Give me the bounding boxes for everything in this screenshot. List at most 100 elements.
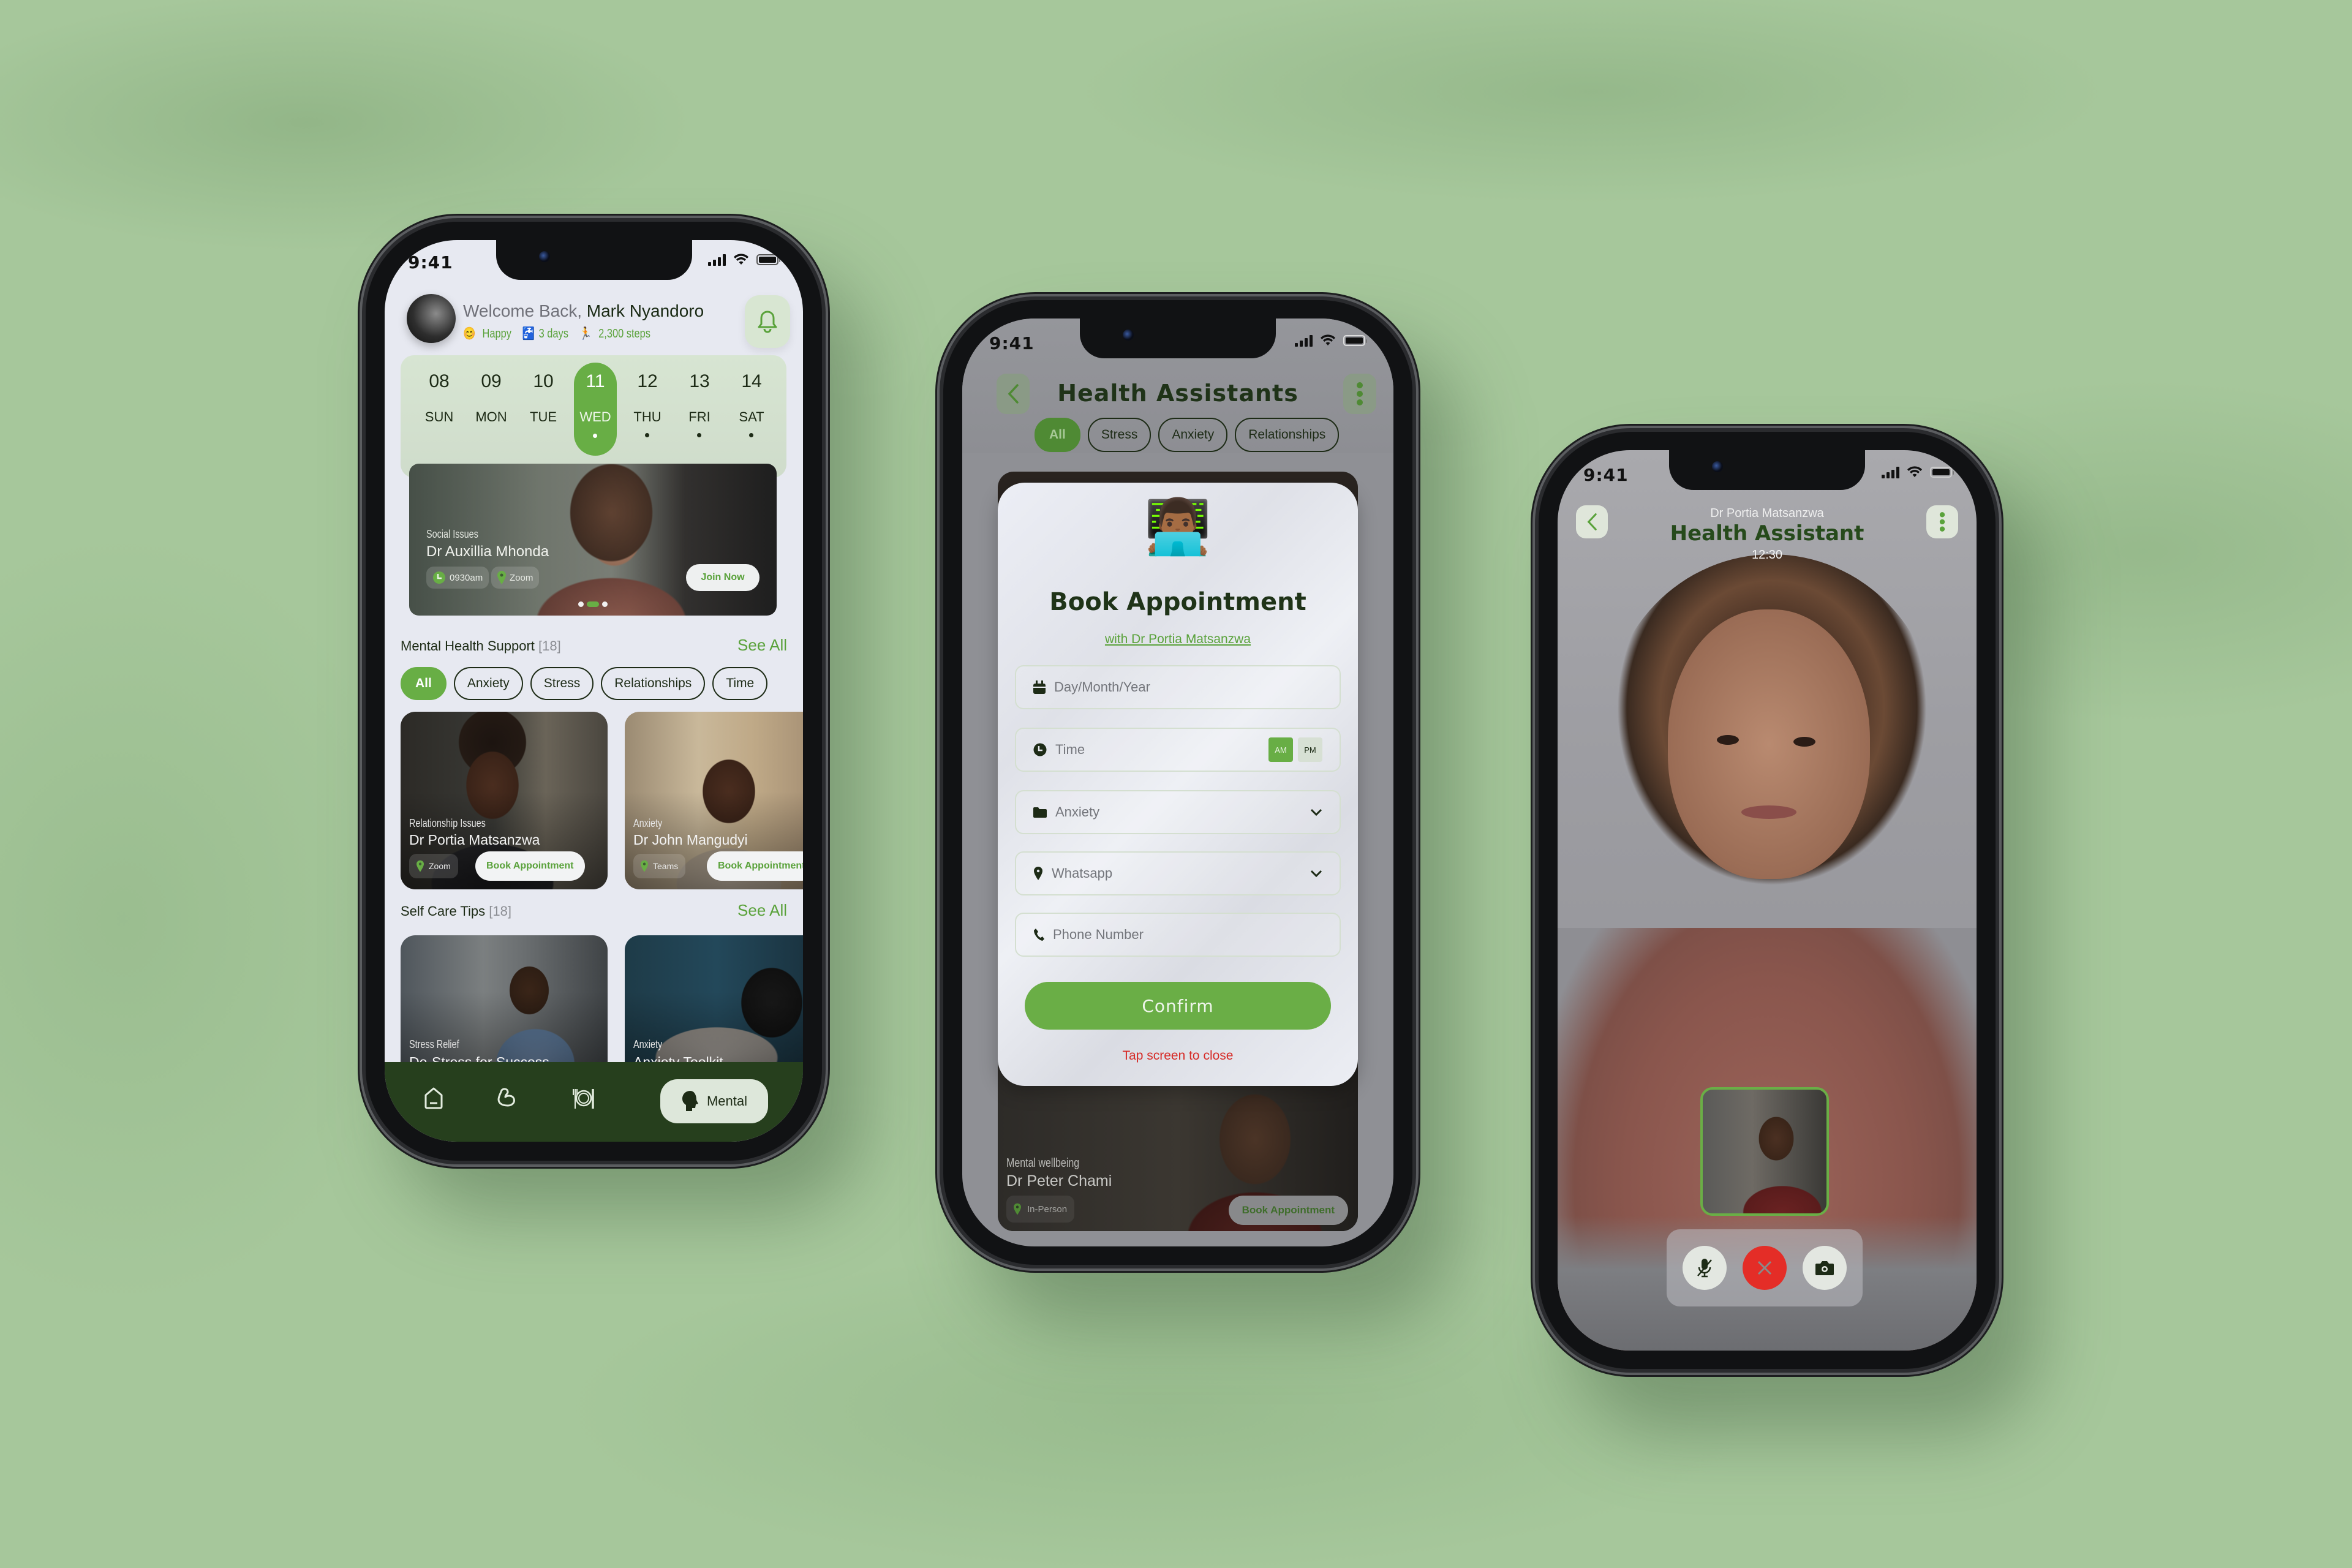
filter-anxiety[interactable]: Anxiety — [1158, 418, 1228, 452]
self-care-see-all[interactable]: See All — [737, 901, 787, 920]
category-filters: All Stress Anxiety Relationships — [1035, 418, 1340, 452]
user-avatar[interactable] — [407, 294, 456, 343]
folder-icon — [1033, 807, 1047, 818]
category-select[interactable]: Anxiety — [1015, 790, 1341, 834]
status-time: 9:41 — [1583, 465, 1629, 485]
doctor-card[interactable]: Relationship Issues Dr Portia Matsanzwa … — [401, 712, 608, 889]
home-screen: 9:41 Welcome Back, Mark Nyandoro 😊 Happy… — [385, 240, 803, 1142]
calendar-day[interactable]: 14 SAT — [730, 355, 773, 478]
calendar-day[interactable]: 13 FRI — [678, 355, 721, 478]
call-controls — [1667, 1229, 1863, 1306]
date-field[interactable]: Day/Month/Year — [1015, 665, 1341, 709]
microphone-off-icon — [1697, 1259, 1712, 1278]
doctor-link[interactable]: with Dr Portia Matsanzwa — [998, 632, 1358, 647]
am-option[interactable]: AM — [1268, 737, 1293, 762]
filter-all[interactable]: All — [1035, 418, 1080, 452]
carousel-indicator[interactable] — [578, 601, 608, 607]
phone-video-call: 9:41 Dr Portia Matsanzwa Health Assistan… — [1539, 432, 1996, 1369]
modal-title: Book Appointment — [1049, 588, 1306, 616]
day-name: FRI — [688, 409, 710, 424]
close-hint[interactable]: Tap screen to close — [998, 1049, 1358, 1063]
self-view-video[interactable] — [1700, 1087, 1829, 1216]
more-options-button[interactable] — [1343, 374, 1376, 414]
doctor-name: Dr Peter Chami — [1006, 1172, 1112, 1189]
call-title: Health Assistant — [1670, 521, 1864, 546]
wellness-stats: 😊 Happy 🚰 3 days 🏃 2,300 steps — [463, 326, 658, 341]
session-category: Social Issues — [426, 528, 478, 540]
book-appointment-button[interactable]: Book Appointment — [475, 851, 585, 881]
wifi-icon — [1320, 334, 1336, 347]
platform-select[interactable]: Whatsapp — [1015, 851, 1341, 895]
calendar-day[interactable]: 08 SUN — [418, 355, 461, 478]
nav-nutrition[interactable] — [568, 1083, 599, 1114]
page-title: Health Assistants — [1057, 380, 1298, 407]
nav-fitness[interactable] — [492, 1083, 522, 1114]
day-name: WED — [579, 409, 611, 424]
day-name: TUE — [530, 409, 557, 424]
battery-icon — [1343, 335, 1367, 346]
mute-button[interactable] — [1683, 1246, 1727, 1290]
platform-chip: Zoom — [409, 854, 458, 878]
doctor-card[interactable]: Anxiety Dr John Mangudyi Teams Book Appo… — [625, 712, 803, 889]
more-vertical-icon — [1357, 382, 1363, 405]
camera-icon — [1815, 1261, 1834, 1275]
nav-mental[interactable]: Mental — [660, 1079, 768, 1123]
nav-home[interactable] — [418, 1083, 449, 1114]
confirm-button[interactable]: Confirm — [1025, 982, 1331, 1030]
camera-button[interactable] — [1803, 1246, 1847, 1290]
mental-support-title: Mental Health Support [18] — [401, 638, 561, 654]
calendar-day[interactable]: 11 WED — [574, 363, 617, 456]
more-options-button[interactable] — [1926, 505, 1958, 538]
calendar-day[interactable]: 12 THU — [626, 355, 669, 478]
time-field[interactable]: Time AM PM — [1015, 728, 1341, 772]
notifications-button[interactable] — [745, 295, 790, 348]
event-dot — [593, 434, 597, 438]
join-now-button[interactable]: Join Now — [686, 564, 760, 591]
day-number: 08 — [429, 371, 450, 391]
location-pin-icon — [641, 860, 648, 872]
signal-icon — [1295, 334, 1313, 347]
video-call-screen: 9:41 Dr Portia Matsanzwa Health Assistan… — [1558, 450, 1977, 1351]
head-silhouette-icon — [682, 1091, 698, 1111]
book-appointment-button[interactable]: Book Appointment — [1228, 1196, 1348, 1225]
platform-chip: Teams — [633, 854, 686, 878]
book-appointment-modal: 👨🏾‍💻 Book Appointment with Dr Portia Mat… — [998, 483, 1358, 1086]
runner-icon: 🏃 — [579, 327, 592, 341]
week-calendar: 08 SUN 09 MON 10 TUE 11 WED 12 THU 13 FRI 14 SAT — [401, 355, 786, 478]
filter-anxiety[interactable]: Anxiety — [453, 667, 523, 700]
calendar-day[interactable]: 09 MON — [470, 355, 513, 478]
filter-time[interactable]: Time — [712, 667, 768, 700]
more-vertical-icon — [1939, 512, 1945, 532]
wifi-icon — [1907, 466, 1923, 478]
battery-icon — [1930, 467, 1954, 478]
status-time: 9:41 — [989, 333, 1035, 353]
location-pin-icon — [417, 860, 424, 872]
featured-session-card[interactable]: Social Issues Dr Auxillia Mhonda 0930am … — [409, 464, 777, 616]
doctor-name: Dr Portia Matsanzwa — [1710, 507, 1824, 520]
status-time: 9:41 — [408, 252, 453, 273]
filter-stress[interactable]: Stress — [1087, 418, 1152, 452]
day-number: 09 — [481, 371, 502, 391]
smiling-face-icon: 😊 — [463, 327, 476, 341]
self-care-title: Self Care Tips [18] — [401, 903, 511, 919]
filter-all[interactable]: All — [401, 667, 447, 700]
filter-relationships[interactable]: Relationships — [1235, 418, 1340, 452]
notch — [1669, 450, 1865, 490]
event-dot — [697, 433, 701, 437]
day-name: MON — [475, 409, 507, 424]
calendar-day[interactable]: 10 TUE — [522, 355, 565, 478]
day-number: 13 — [689, 371, 710, 391]
self-care-card[interactable]: Anxiety Anxiety Toolkit — [625, 935, 803, 1076]
self-care-card[interactable]: Stress Relief De-Stress for Success — [401, 935, 608, 1076]
close-icon — [1757, 1261, 1772, 1275]
pm-option[interactable]: PM — [1298, 737, 1322, 762]
book-appointment-button[interactable]: Book Appointment — [707, 851, 803, 881]
mental-support-see-all[interactable]: See All — [737, 636, 787, 655]
filter-stress[interactable]: Stress — [530, 667, 594, 700]
day-number: 12 — [637, 371, 658, 391]
filter-relationships[interactable]: Relationships — [601, 667, 706, 700]
end-call-button[interactable] — [1743, 1246, 1787, 1290]
phone-number-field[interactable]: Phone Number — [1015, 913, 1341, 957]
water-stat: 🚰 3 days — [522, 327, 568, 341]
platform-chip: In-Person — [1006, 1196, 1075, 1223]
